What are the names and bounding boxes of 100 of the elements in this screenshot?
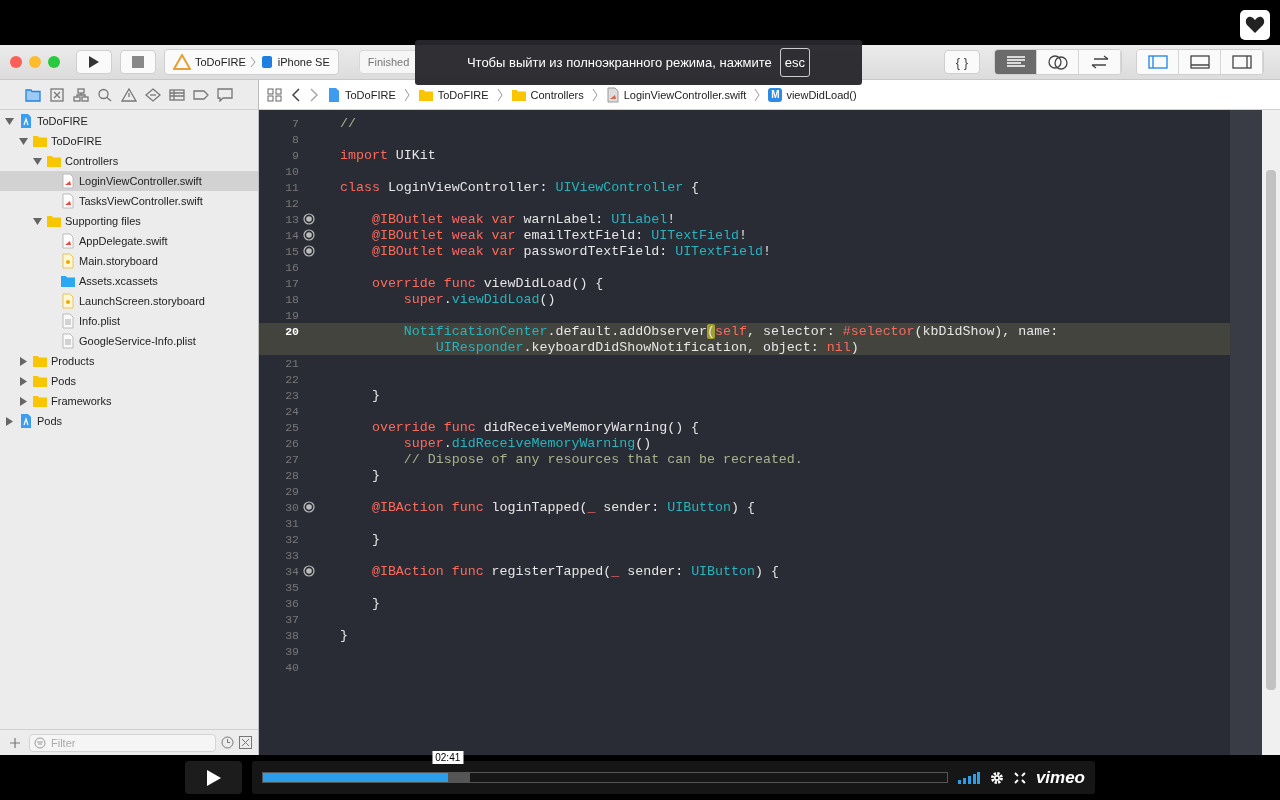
disclosure-triangle-icon[interactable] bbox=[19, 356, 28, 366]
code-line: UIResponder.keyboardDidShowNotification, object: nil) bbox=[434, 339, 859, 355]
document-icon bbox=[60, 333, 76, 349]
line-number: 23 bbox=[284, 388, 299, 402]
scheme-selector[interactable]: ToDoFIRE iPhone SE bbox=[164, 49, 339, 75]
square-x-icon[interactable] bbox=[49, 87, 65, 102]
outlet-connection-icon[interactable] bbox=[303, 213, 315, 225]
folder-icon bbox=[32, 393, 48, 409]
close-icon[interactable] bbox=[10, 56, 22, 68]
line-number: 22 bbox=[284, 372, 299, 386]
line-number: 40 bbox=[284, 660, 299, 674]
panel-toggle-button[interactable] bbox=[1137, 50, 1179, 74]
file-tree-item[interactable]: Products bbox=[0, 351, 258, 371]
folder-icon bbox=[417, 87, 434, 102]
breadcrumb[interactable]: ToDoFIRE bbox=[327, 86, 396, 103]
warning-icon[interactable] bbox=[121, 87, 137, 102]
square-x-icon[interactable] bbox=[239, 736, 252, 749]
filter-field[interactable]: Filter bbox=[29, 733, 216, 752]
run-button[interactable] bbox=[76, 50, 112, 74]
file-tree-item[interactable]: GoogleService-Info.plist bbox=[0, 331, 258, 351]
folder-icon bbox=[32, 353, 48, 369]
file-tree-item[interactable]: Frameworks bbox=[0, 391, 258, 411]
breadcrumb[interactable]: LoginViewController.swift bbox=[605, 86, 747, 103]
disclosure-triangle-icon[interactable] bbox=[33, 216, 42, 226]
editor-mode-button[interactable] bbox=[1079, 50, 1121, 74]
storyboard-file-icon bbox=[60, 293, 76, 309]
file-tree-item[interactable]: Info.plist bbox=[0, 311, 258, 331]
project-file-icon bbox=[18, 113, 34, 129]
library-button[interactable]: { } bbox=[944, 50, 980, 74]
back-icon[interactable] bbox=[291, 87, 301, 102]
line-number: 15 bbox=[284, 244, 299, 258]
disclosure-triangle-icon[interactable] bbox=[19, 396, 28, 406]
search-icon[interactable] bbox=[97, 87, 113, 102]
play-button[interactable] bbox=[185, 761, 242, 794]
panel-toggle-button[interactable] bbox=[1179, 50, 1221, 74]
play-icon bbox=[88, 55, 100, 69]
folder-icon bbox=[32, 373, 48, 389]
file-tree-item[interactable]: Main.storyboard bbox=[0, 251, 258, 271]
line-number: 36 bbox=[284, 596, 299, 610]
speech-bubble-icon[interactable] bbox=[217, 87, 233, 102]
fullscreen-icon[interactable] bbox=[1013, 771, 1026, 784]
like-button[interactable] bbox=[1240, 10, 1270, 40]
right-panel-icon bbox=[1231, 55, 1252, 69]
time-tooltip: 02:41 bbox=[432, 751, 464, 764]
chevron-icon bbox=[754, 87, 761, 102]
file-tree-item[interactable]: Controllers bbox=[0, 151, 258, 171]
stop-button[interactable] bbox=[120, 50, 156, 74]
file-tree-item[interactable]: Assets.xcassets bbox=[0, 271, 258, 291]
swift-file-icon bbox=[60, 233, 76, 249]
disclosure-triangle-icon[interactable] bbox=[5, 416, 14, 426]
file-tree-item[interactable]: AppDelegate.swift bbox=[0, 231, 258, 251]
scrollbar[interactable] bbox=[1266, 170, 1276, 690]
add-icon[interactable] bbox=[10, 737, 20, 748]
outlet-connection-icon[interactable] bbox=[303, 501, 315, 513]
breadcrumb[interactable]: Controllers bbox=[510, 87, 584, 102]
file-tree-item[interactable]: LaunchScreen.storyboard bbox=[0, 291, 258, 311]
file-tree-item[interactable]: Pods bbox=[0, 411, 258, 431]
breadcrumb-label: LoginViewController.swift bbox=[623, 88, 747, 101]
line-number: 8 bbox=[291, 132, 299, 146]
grid-icon[interactable] bbox=[267, 87, 283, 102]
outlet-connection-icon[interactable] bbox=[303, 245, 315, 257]
file-tree-item[interactable]: Pods bbox=[0, 371, 258, 391]
code-line: @IBAction func loginTapped(_ sender: UIButton) { bbox=[370, 499, 755, 515]
chevron-icon bbox=[591, 87, 598, 102]
outlet-connection-icon[interactable] bbox=[303, 229, 315, 241]
disclosure-triangle-icon[interactable] bbox=[33, 156, 42, 166]
diamond-icon[interactable] bbox=[145, 87, 161, 102]
disclosure-triangle-icon[interactable] bbox=[19, 376, 28, 386]
breadcrumb[interactable]: ToDoFIRE bbox=[417, 87, 489, 102]
file-tree-item[interactable]: Supporting files bbox=[0, 211, 258, 231]
disclosure-triangle-icon[interactable] bbox=[5, 116, 14, 126]
breadcrumb-label: Controllers bbox=[530, 88, 584, 101]
settings-icon[interactable] bbox=[990, 770, 1004, 785]
code-line: // bbox=[340, 115, 356, 131]
folder-icon[interactable] bbox=[25, 87, 41, 102]
chevron-icon bbox=[403, 87, 410, 102]
list-icon[interactable] bbox=[169, 87, 185, 102]
line-number: 12 bbox=[284, 196, 299, 210]
file-tree-item[interactable]: ToDoFIRE bbox=[0, 131, 258, 151]
folder-icon bbox=[32, 133, 48, 149]
method-badge: M bbox=[768, 87, 783, 102]
clock-icon[interactable] bbox=[221, 736, 234, 749]
swift-file-icon bbox=[605, 86, 620, 103]
breadcrumb[interactable]: M viewDidLoad() bbox=[768, 87, 857, 102]
file-tree-item[interactable]: TasksViewController.swift bbox=[0, 191, 258, 211]
code-line: super.viewDidLoad() bbox=[402, 291, 556, 307]
file-tree-item[interactable]: LoginViewController.swift bbox=[0, 171, 258, 191]
line-number: 27 bbox=[284, 452, 299, 466]
panel-toggle-button[interactable] bbox=[1221, 50, 1263, 74]
code-line: } bbox=[370, 387, 380, 403]
tag-icon[interactable] bbox=[193, 87, 209, 102]
line-number: 28 bbox=[284, 468, 299, 482]
disclosure-triangle-icon[interactable] bbox=[19, 136, 28, 146]
logo[interactable]: vimeo bbox=[1035, 767, 1085, 788]
outlet-connection-icon[interactable] bbox=[303, 565, 315, 577]
hierarchy-icon[interactable] bbox=[73, 87, 89, 102]
file-tree-item[interactable]: ToDoFIRE bbox=[0, 111, 258, 131]
line-number: 31 bbox=[284, 516, 299, 530]
volume-icon[interactable] bbox=[958, 771, 981, 784]
editor-mode-button[interactable] bbox=[1037, 50, 1079, 74]
